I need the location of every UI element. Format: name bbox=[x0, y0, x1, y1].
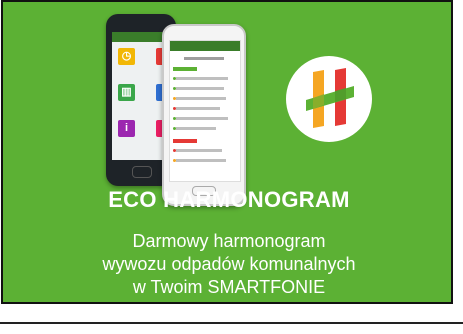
list-item bbox=[176, 159, 226, 162]
list-item bbox=[176, 149, 222, 152]
list-item bbox=[176, 107, 220, 110]
clock-icon: ◷ bbox=[118, 48, 135, 65]
list-item bbox=[176, 127, 216, 130]
trash-icon: ▥ bbox=[118, 84, 135, 101]
divider-line bbox=[0, 322, 463, 324]
banner-title: ECO HARMONOGRAM bbox=[108, 187, 350, 212]
list-item bbox=[176, 117, 228, 120]
banner-subtitle-line-3: w Twoim SMARTFONIE bbox=[132, 277, 326, 297]
list-item bbox=[176, 97, 226, 100]
banner-subtitle-line-2: wywozu odpadów komunalnych bbox=[102, 254, 356, 274]
list-item bbox=[176, 87, 224, 90]
phone-front-screen bbox=[169, 40, 241, 182]
app-header-bar bbox=[170, 41, 240, 51]
list-item bbox=[173, 67, 197, 71]
list-item bbox=[173, 139, 197, 143]
home-button-icon bbox=[132, 166, 152, 178]
list-heading bbox=[184, 57, 224, 60]
list-item bbox=[176, 77, 228, 80]
banner-subtitle-line-1: Darmowy harmonogram bbox=[132, 231, 326, 251]
info-icon: i bbox=[118, 120, 135, 137]
eco-harmonogram-banner[interactable]: ◷ ▥ i ECO HARMONOGRAM Darmowy harmonogra… bbox=[1, 0, 453, 304]
eco-harmonogram-logo-icon bbox=[286, 56, 372, 142]
phone-mockup-front bbox=[162, 24, 246, 206]
